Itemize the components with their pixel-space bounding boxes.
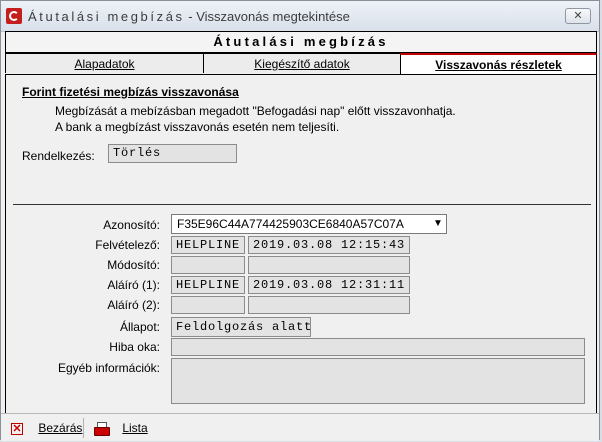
modosito-label: Módosító: xyxy=(107,258,160,272)
felvetelezo-label: Felvételező: xyxy=(95,238,160,252)
chevron-down-icon[interactable]: ▼ xyxy=(430,215,446,233)
egyeb-informaciok-label: Egyéb információk: xyxy=(57,361,160,375)
close-button-label: Bezárás xyxy=(38,421,83,435)
allapot-label: Állapot: xyxy=(119,320,160,334)
tab-kiegeszito-adatok[interactable]: Kiegészítő adatok xyxy=(203,53,401,73)
azonosito-label: Azonosító: xyxy=(103,218,160,232)
description-line-2: A bank a megbízást visszavonás esetén ne… xyxy=(55,120,340,134)
tab-alapadatok[interactable]: Alapadatok xyxy=(5,53,204,73)
egyeb-informaciok-field xyxy=(171,358,585,404)
tab-panel: Forint fizetési megbízás visszavonása Me… xyxy=(5,74,597,438)
printer-icon xyxy=(93,421,110,436)
window-close-button[interactable]: ✕ xyxy=(565,8,591,24)
modosito-time-field xyxy=(248,256,410,274)
main-window: Átutalási megbízás - Visszavonás megteki… xyxy=(0,0,600,441)
app-logo-icon xyxy=(6,8,22,24)
section-title: Forint fizetési megbízás visszavonása xyxy=(22,85,239,99)
window-title: Átutalási megbízás - Visszavonás megteki… xyxy=(28,9,350,24)
divider xyxy=(13,204,591,205)
alairo1-user-field: HELPLINE xyxy=(171,276,245,294)
alairo2-label: Aláíró (2): xyxy=(107,298,160,312)
hiba-oka-field xyxy=(171,338,585,356)
bottom-toolbar: ✕ Bezárás Lista xyxy=(1,413,599,441)
alairo1-label: Aláíró (1): xyxy=(107,278,160,292)
close-button[interactable]: ✕ Bezárás xyxy=(11,419,82,437)
content-area: Átutalási megbízás Alapadatok Kiegészítő… xyxy=(5,31,597,438)
list-button-label: Lista xyxy=(122,421,148,435)
alairo1-time-field: 2019.03.08 12:31:11 xyxy=(248,276,410,294)
tab-visszavonas-reszletek[interactable]: Visszavonás részletek xyxy=(400,53,597,74)
azonosito-value: F35E96C44A774425903CE6840A57C07A xyxy=(177,217,404,231)
toolbar-divider xyxy=(83,418,84,438)
allapot-field: Feldolgozás alatt xyxy=(171,317,311,337)
alairo2-time-field xyxy=(248,296,410,314)
alairo2-user-field xyxy=(171,296,245,314)
title-bar: Átutalási megbízás - Visszavonás megteki… xyxy=(1,1,599,32)
rendelkezes-field: Törlés xyxy=(108,144,237,163)
description-line-1: Megbízását a mebízásban megadott "Befoga… xyxy=(55,104,456,118)
form-header: Átutalási megbízás xyxy=(5,31,597,53)
hiba-oka-label: Hiba oka: xyxy=(109,340,160,354)
azonosito-select[interactable]: F35E96C44A774425903CE6840A57C07A ▼ xyxy=(171,214,447,234)
felvetelezo-user-field: HELPLINE xyxy=(171,236,245,254)
felvetelezo-time-field: 2019.03.08 12:15:43 xyxy=(248,236,410,254)
list-button[interactable]: Lista xyxy=(93,419,148,437)
tab-strip: Alapadatok Kiegészítő adatok Visszavonás… xyxy=(5,53,597,74)
rendelkezes-label: Rendelkezés: xyxy=(22,149,95,163)
close-icon: ✕ xyxy=(11,422,23,435)
modosito-user-field xyxy=(171,256,245,274)
